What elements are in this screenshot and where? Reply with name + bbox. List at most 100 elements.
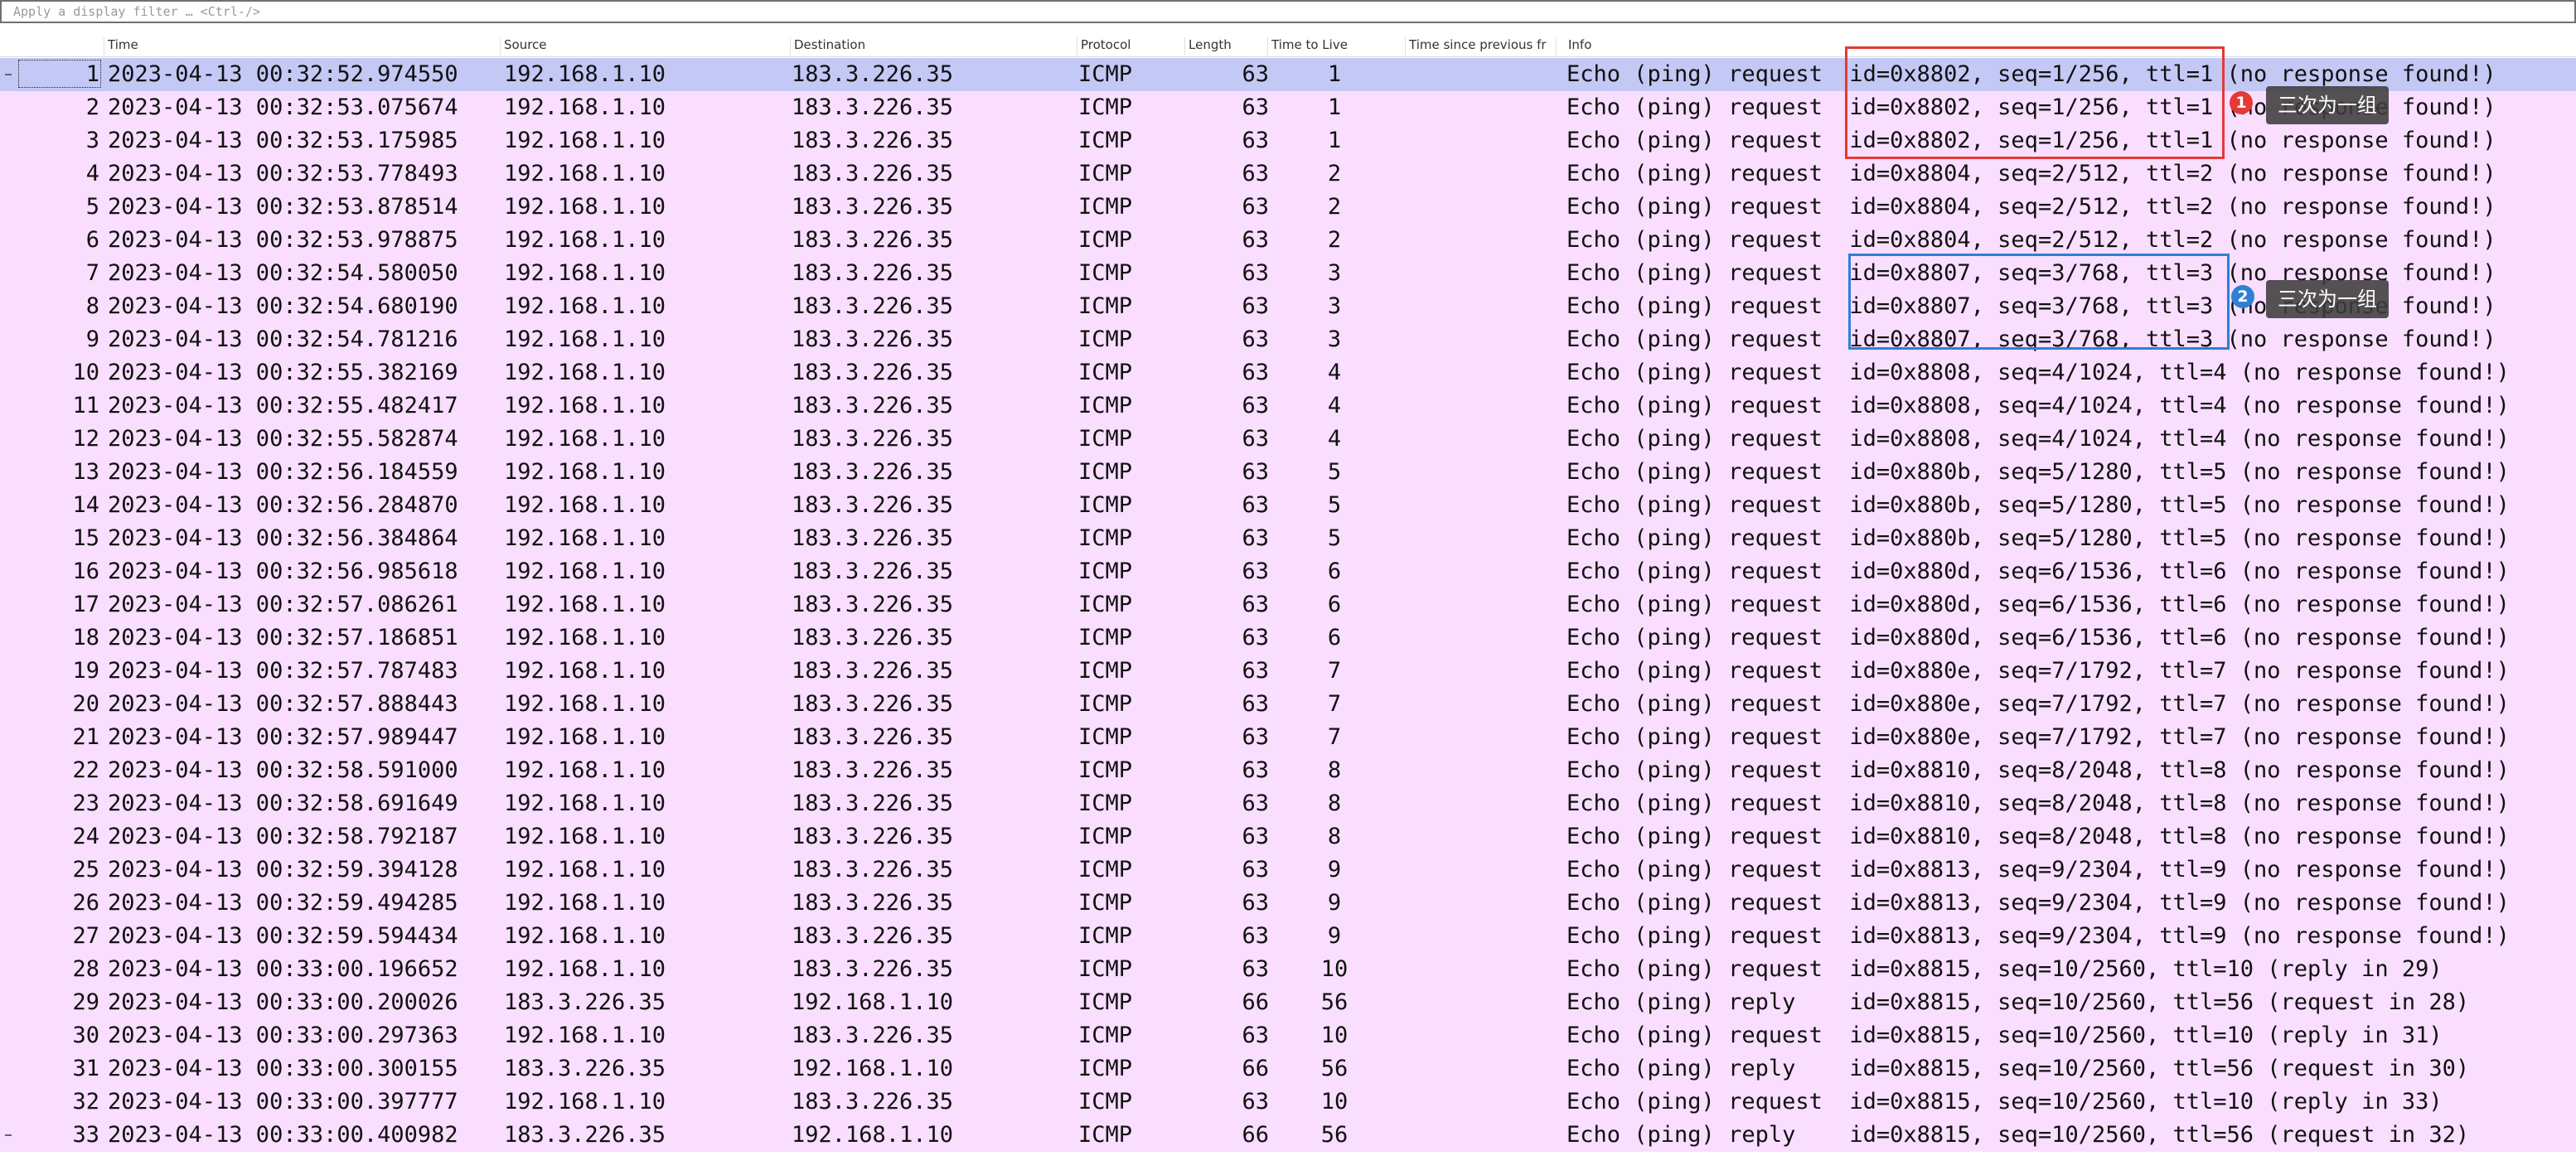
packet-number: 30 [72,1023,99,1048]
packet-row[interactable]: 4 2023-04-13 00:32:53.778493 192.168.1.10 1… [0,157,2576,191]
packet-number: 33 [72,1122,99,1148]
packet-time: 2023-04-13 00:32:53.778493 [108,161,458,186]
packet-destination: 183.3.226.35 [792,592,954,617]
packet-number: 14 [72,492,99,518]
packet-time: 2023-04-13 00:32:53.978875 [108,227,458,253]
packet-number: 10 [72,360,99,385]
packet-time: 2023-04-13 00:32:56.985618 [108,558,458,584]
packet-destination: 183.3.226.35 [792,658,954,684]
packet-info: Echo (ping) request id=0x8815, seq=10/25… [1566,1089,2443,1115]
packet-row[interactable]: 3 2023-04-13 00:32:53.175985 192.168.1.10 1… [0,124,2576,157]
packet-row[interactable]: 15 2023-04-13 00:32:56.384864 192.168.1.10… [0,522,2576,555]
packet-time: 2023-04-13 00:33:00.397777 [108,1089,458,1115]
column-header-no[interactable] [0,37,104,56]
packet-row[interactable]: 8 2023-04-13 00:32:54.680190 192.168.1.10 1… [0,290,2576,323]
packet-row[interactable]: 26 2023-04-13 00:32:59.494285 192.168.1.10… [0,887,2576,920]
packet-source: 192.168.1.10 [504,360,666,385]
packet-row[interactable]: 7 2023-04-13 00:32:54.580050 192.168.1.10 1… [0,257,2576,290]
packet-row[interactable]: 23 2023-04-13 00:32:58.691649 192.168.1.10… [0,787,2576,820]
packet-info: Echo (ping) reply id=0x8815, seq=10/2560… [1566,1056,2470,1081]
display-filter-input[interactable]: Apply a display filter … <Ctrl-/> [0,0,2576,23]
packet-ttl: 56 [1320,1056,1349,1081]
packet-source: 192.168.1.10 [504,923,666,949]
packet-row[interactable]: 20 2023-04-13 00:32:57.888443 192.168.1.10… [0,688,2576,721]
packet-info: Echo (ping) request id=0x8807, seq=3/768… [1566,326,2496,352]
column-header-length[interactable]: Length [1185,37,1268,56]
packet-ttl: 9 [1327,923,1342,949]
packet-protocol: ICMP [1078,658,1133,684]
packet-time: 2023-04-13 00:32:53.878514 [108,194,458,220]
packet-row[interactable]: 21 2023-04-13 00:32:57.989447 192.168.1.10… [0,721,2576,754]
packet-row[interactable]: 16 2023-04-13 00:32:56.985618 192.168.1.10… [0,555,2576,588]
packet-info: Echo (ping) request id=0x8802, seq=1/256… [1566,94,2496,120]
packet-time: 2023-04-13 00:32:54.580050 [108,260,458,286]
packet-row[interactable]: 33 2023-04-13 00:33:00.400982 183.3.226.35… [0,1119,2576,1152]
packet-row[interactable]: 11 2023-04-13 00:32:55.482417 192.168.1.10… [0,389,2576,423]
packet-info: Echo (ping) request id=0x880b, seq=5/128… [1566,492,2510,518]
packet-protocol: ICMP [1078,1089,1133,1115]
packet-source: 192.168.1.10 [504,194,666,220]
packet-row-selected[interactable]: 1 2023-04-13 00:32:52.974550 192.168.1.10 1… [0,58,2576,91]
column-header-ttl[interactable]: Time to Live [1268,37,1406,56]
packet-row[interactable]: 12 2023-04-13 00:32:55.582874 192.168.1.10… [0,423,2576,456]
packet-length: 63 [1242,459,1269,485]
packet-row[interactable]: 24 2023-04-13 00:32:58.792187 192.168.1.10… [0,820,2576,853]
packet-row[interactable]: 9 2023-04-13 00:32:54.781216 192.168.1.10 1… [0,323,2576,356]
column-header-protocol[interactable]: Protocol [1077,37,1185,56]
packet-source: 192.168.1.10 [504,492,666,518]
packet-row[interactable]: 27 2023-04-13 00:32:59.594434 192.168.1.10… [0,920,2576,953]
packet-length: 63 [1242,658,1269,684]
packet-destination: 183.3.226.35 [792,525,954,551]
packet-length: 63 [1242,194,1269,220]
packet-row[interactable]: 6 2023-04-13 00:32:53.978875 192.168.1.10 1… [0,224,2576,257]
packet-time-since-previous [1409,1086,1566,1119]
packet-row[interactable]: 2 2023-04-13 00:32:53.075674 192.168.1.10 1… [0,91,2576,124]
packet-length: 63 [1242,128,1269,153]
packet-destination: 183.3.226.35 [792,724,954,750]
packet-row[interactable]: 32 2023-04-13 00:33:00.397777 192.168.1.10… [0,1086,2576,1119]
packet-length: 63 [1242,724,1269,750]
column-header-info[interactable]: Info [1565,37,2576,56]
packet-row[interactable]: 22 2023-04-13 00:32:58.591000 192.168.1.10… [0,754,2576,787]
packet-source: 192.168.1.10 [504,757,666,783]
packet-time-since-previous [1409,588,1566,621]
packet-row[interactable]: 28 2023-04-13 00:33:00.196652 192.168.1.10… [0,953,2576,986]
packet-info: Echo (ping) request id=0x8808, seq=4/102… [1566,360,2510,385]
packet-row[interactable]: 13 2023-04-13 00:32:56.184559 192.168.1.10… [0,456,2576,489]
packet-protocol: ICMP [1078,525,1133,551]
packet-source: 192.168.1.10 [504,61,666,87]
packet-number: 25 [72,857,99,882]
packet-protocol: ICMP [1078,989,1133,1015]
packet-row[interactable]: 29 2023-04-13 00:33:00.200026 183.3.226.35… [0,986,2576,1019]
packet-time-since-previous [1409,721,1566,754]
column-header-source[interactable]: Source [501,37,791,56]
packet-row[interactable]: 19 2023-04-13 00:32:57.787483 192.168.1.10… [0,655,2576,688]
packet-destination: 183.3.226.35 [792,625,954,650]
column-header-time[interactable]: Time [104,37,501,56]
packet-row[interactable]: 30 2023-04-13 00:33:00.297363 192.168.1.10… [0,1019,2576,1052]
packet-info: Echo (ping) request id=0x8807, seq=3/768… [1566,260,2496,286]
packet-row[interactable]: 14 2023-04-13 00:32:56.284870 192.168.1.10… [0,489,2576,522]
packet-time-since-previous [1409,191,1566,224]
packet-row[interactable]: 10 2023-04-13 00:32:55.382169 192.168.1.10… [0,356,2576,389]
packet-time-since-previous [1409,1019,1566,1052]
packet-ttl: 4 [1327,393,1342,418]
packet-row[interactable]: 25 2023-04-13 00:32:59.394128 192.168.1.10… [0,853,2576,887]
packet-row[interactable]: 18 2023-04-13 00:32:57.186851 192.168.1.10… [0,621,2576,655]
packet-time: 2023-04-13 00:32:57.186851 [108,625,458,650]
packet-number: 21 [72,724,99,750]
packet-protocol: ICMP [1078,260,1133,286]
column-header-time-since-previous[interactable]: Time since previous fr [1406,37,1557,56]
packet-row[interactable]: 31 2023-04-13 00:33:00.300155 183.3.226.35… [0,1052,2576,1086]
packet-row[interactable]: 17 2023-04-13 00:32:57.086261 192.168.1.10… [0,588,2576,621]
packet-info: Echo (ping) request id=0x8810, seq=8/204… [1566,791,2510,816]
packet-ttl: 6 [1327,558,1342,584]
packet-length: 66 [1242,1122,1269,1148]
column-header-destination[interactable]: Destination [791,37,1077,56]
packet-protocol: ICMP [1078,857,1133,882]
packet-destination: 183.3.226.35 [792,360,954,385]
packet-row[interactable]: 5 2023-04-13 00:32:53.878514 192.168.1.10 1… [0,191,2576,224]
packet-time-since-previous [1409,820,1566,853]
packet-ttl: 6 [1327,625,1342,650]
packet-time-since-previous [1409,853,1566,887]
